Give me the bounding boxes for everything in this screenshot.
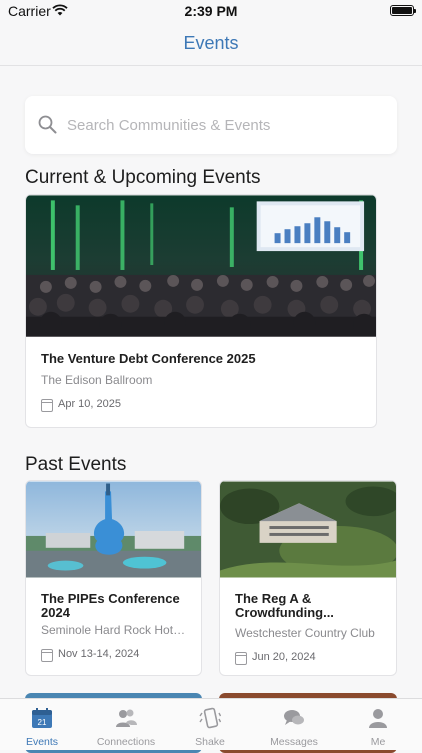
calendar-icon	[235, 652, 247, 665]
page-title: Events	[183, 33, 239, 53]
tab-me[interactable]: Me	[336, 699, 420, 751]
event-card-venture-debt[interactable]: The Venture Debt Conference 2025 The Edi…	[25, 194, 377, 428]
event-date-row: Apr 10, 2025	[41, 398, 241, 414]
event-card-reg-a[interactable]: The Reg A & Crowdfunding... Westchester …	[219, 480, 397, 676]
event-image	[26, 195, 376, 337]
calendar-day-number: 21	[38, 718, 47, 727]
tab-label: Shake	[195, 736, 225, 748]
past-events-heading: Past Events	[25, 454, 127, 475]
battery-icon	[390, 5, 416, 16]
event-image	[26, 481, 201, 578]
calendar-icon	[41, 399, 53, 412]
event-venue: Westchester Country Club	[235, 626, 375, 640]
tab-label: Events	[25, 736, 59, 748]
event-card-pipes[interactable]: The PIPEs Conference 2024 Seminole Hard …	[25, 480, 202, 676]
phone-shake-icon	[199, 707, 221, 729]
current-events-heading: Current & Upcoming Events	[25, 167, 261, 188]
event-venue: The Edison Ballroom	[41, 373, 153, 387]
chat-bubbles-icon	[284, 710, 304, 725]
tab-label: Connections	[96, 736, 156, 748]
event-date: Apr 10, 2025	[58, 398, 121, 410]
event-title: The PIPEs Conference 2024	[41, 591, 180, 620]
event-date: Jun 20, 2024	[252, 651, 316, 663]
event-title: The Reg A & Crowdfunding...	[235, 591, 334, 620]
tab-shake[interactable]: Shake	[168, 699, 252, 751]
search-icon	[38, 115, 57, 134]
calendar-icon: 21	[32, 708, 52, 728]
event-image	[220, 481, 396, 578]
person-icon	[369, 709, 387, 728]
tab-messages[interactable]: Messages	[252, 699, 336, 751]
tab-connections[interactable]: Connections	[84, 699, 168, 751]
tab-events[interactable]: 21 Events	[0, 699, 84, 751]
event-date-row: Nov 13-14, 2024	[41, 648, 191, 664]
calendar-icon	[41, 649, 53, 662]
tab-bar: 21 Events Connections Shake Messages Me	[0, 698, 422, 750]
status-time: 2:39 PM	[184, 3, 238, 19]
event-date-row: Jun 20, 2024	[235, 651, 385, 667]
search-bar[interactable]	[25, 96, 397, 154]
event-title: The Venture Debt Conference 2025	[41, 351, 256, 366]
event-date: Nov 13-14, 2024	[58, 648, 140, 660]
event-venue: Seminole Hard Rock Hotel ...	[41, 623, 191, 637]
status-bar: Carrier 2:39 PM	[0, 0, 422, 22]
tab-label: Me	[370, 736, 386, 748]
search-input[interactable]	[67, 96, 387, 154]
navigation-bar: Events	[0, 22, 422, 66]
tab-label: Messages	[270, 736, 318, 748]
people-icon	[116, 709, 137, 727]
